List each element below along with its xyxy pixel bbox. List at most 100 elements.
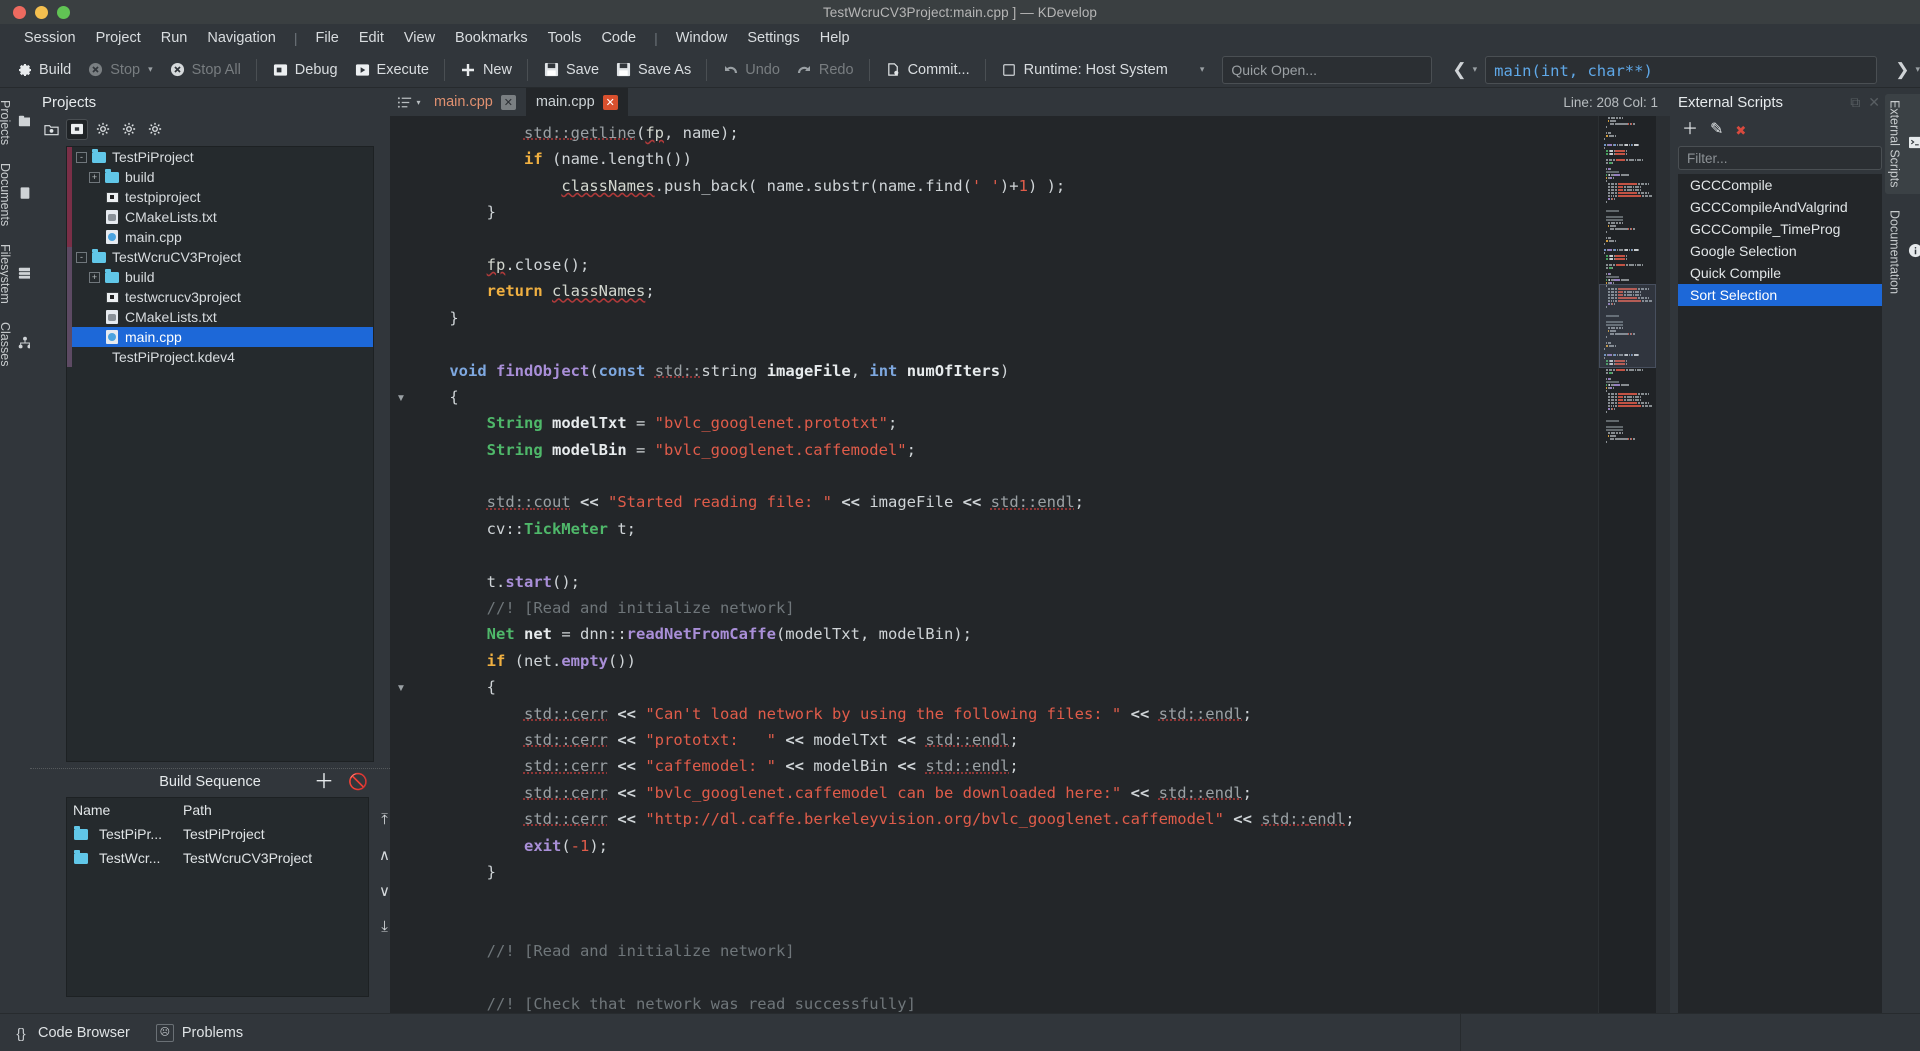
code-line[interactable]: std::cout << "Started reading file: " <<… — [412, 489, 1598, 515]
build-button[interactable]: Build — [8, 56, 79, 84]
menu-run[interactable]: Run — [151, 28, 198, 48]
external-scripts-list[interactable]: GCCCompile GCCCompileAndValgrind GCCCompil… — [1678, 174, 1882, 1013]
script-item-gcccompile-timeprog[interactable]: GCCCompile_TimeProg — [1678, 218, 1882, 240]
table-row[interactable]: TestPiPr... TestPiProject — [67, 822, 368, 846]
menubar[interactable]: Session Project Run Navigation | File Ed… — [0, 24, 1920, 52]
menu-navigation[interactable]: Navigation — [197, 28, 286, 48]
move-down-icon[interactable]: ∨ — [379, 882, 390, 900]
right-tool-tabs[interactable]: External Scripts Documentation — [1884, 88, 1920, 1013]
tree-expander[interactable]: - — [76, 151, 87, 163]
menu-tools[interactable]: Tools — [538, 28, 592, 48]
code-line[interactable] — [412, 912, 1598, 938]
code-line[interactable]: { — [412, 384, 1598, 410]
vertical-scrollbar[interactable] — [1656, 116, 1670, 1013]
code-line[interactable]: //! [Check that network was read success… — [412, 991, 1598, 1013]
edit-script-icon[interactable]: ✎ — [1710, 122, 1723, 138]
tree-expander[interactable]: - — [76, 251, 87, 263]
quick-open-input[interactable]: Quick Open... — [1222, 55, 1433, 84]
sidebar-item-documentation[interactable]: Documentation — [1885, 204, 1920, 300]
code-line[interactable]: String modelBin = "bvlc_googlenet.caffem… — [412, 437, 1598, 463]
chevron-down-icon[interactable]: ▾ — [148, 64, 153, 75]
projects-toolbar[interactable] — [30, 116, 390, 142]
status-problems[interactable]: ☹ Problems — [155, 1023, 243, 1042]
menu-window[interactable]: Window — [666, 28, 738, 48]
tree-item-testpiproject[interactable]: testpiproject — [67, 187, 373, 207]
chevron-right-icon[interactable]: ❯ — [1891, 60, 1913, 80]
fold-triangle-icon[interactable]: ▼ — [396, 393, 406, 404]
build-sequence-order-controls[interactable]: ⤒ ∧ ∨ ⤓ — [369, 797, 390, 997]
commit-button[interactable]: Commit... — [877, 56, 978, 84]
code-line[interactable]: } — [412, 199, 1598, 225]
script-item-gcccompile[interactable]: GCCCompile — [1678, 174, 1882, 196]
undo-button[interactable]: Undo — [714, 56, 788, 84]
tree-item-main-cpp[interactable]: main.cpp — [67, 227, 373, 247]
code-line[interactable]: if (name.length()) — [412, 146, 1598, 172]
run-target-icon[interactable] — [66, 118, 88, 140]
code-line[interactable]: void findObject(const std::string imageF… — [412, 358, 1598, 384]
code-line[interactable]: if (net.empty()) — [412, 648, 1598, 674]
menu-help[interactable]: Help — [810, 28, 860, 48]
tree-item-build[interactable]: + build — [67, 167, 373, 187]
code-view[interactable]: ▼ ▼ std::getline(fp, name); if (name.leng… — [390, 116, 1670, 1013]
float-dock-icon[interactable]: ⧉ — [1846, 94, 1864, 111]
tree-item-testpiproject[interactable]: - TestPiProject — [67, 147, 373, 167]
code-line[interactable]: t.start(); — [412, 569, 1598, 595]
debug-button[interactable]: Debug — [264, 56, 346, 84]
code-line[interactable]: } — [412, 859, 1598, 885]
move-to-bottom-icon[interactable]: ⤓ — [381, 918, 388, 935]
close-icon[interactable]: ✕ — [1864, 94, 1884, 111]
remove-script-icon[interactable]: ✖ — [1735, 124, 1746, 137]
tree-item-build[interactable]: + build — [67, 267, 373, 287]
code-line[interactable]: std::cerr << "http://dl.caffe.berkeleyvi… — [412, 806, 1598, 832]
code-line[interactable]: exit(-1); — [412, 833, 1598, 859]
code-minimap[interactable] — [1598, 116, 1656, 1013]
plus-icon[interactable]: ＋ — [314, 772, 334, 792]
editor-tabbar[interactable]: ▾ main.cpp ✕ main.cpp ✕ Line: 208 Col: 1 — [390, 88, 1670, 116]
stop-all-button[interactable]: Stop All — [161, 56, 249, 84]
save-button[interactable]: Save — [535, 56, 607, 84]
table-row[interactable]: TestWcr... TestWcruCV3Project — [67, 846, 368, 870]
tree-expander[interactable]: + — [89, 171, 100, 183]
chevron-down-icon[interactable]: ▾ — [1915, 64, 1920, 75]
minimap-viewport[interactable] — [1599, 284, 1656, 368]
ban-icon[interactable]: 🚫 — [348, 772, 368, 792]
sidebar-item-external-scripts[interactable]: External Scripts — [1884, 94, 1920, 194]
menu-project[interactable]: Project — [86, 28, 151, 48]
code-line[interactable]: Net net = dnn::readNetFromCaffe(modelTxt… — [412, 621, 1598, 647]
left-tool-tabs[interactable]: Projects Documents Filesystem Classes — [0, 88, 32, 1013]
code-line[interactable]: classNames.push_back( name.substr(name.f… — [412, 173, 1598, 199]
code-line[interactable]: std::cerr << "bvlc_googlenet.caffemodel … — [412, 780, 1598, 806]
main-toolbar[interactable]: Build Stop ▾ Stop All Debug Execute New … — [0, 52, 1920, 88]
code-line[interactable]: std::cerr << "caffemodel: " << modelBin … — [412, 753, 1598, 779]
tree-item-testwcrucv3project[interactable]: testwcrucv3project — [67, 287, 373, 307]
save-as-button[interactable]: Save As — [607, 56, 699, 84]
code-line[interactable]: { — [412, 674, 1598, 700]
menu-bookmarks[interactable]: Bookmarks — [445, 28, 538, 48]
redo-button[interactable]: Redo — [788, 56, 862, 84]
code-line[interactable] — [412, 331, 1598, 357]
tree-expander[interactable]: + — [89, 271, 100, 283]
external-scripts-toolbar[interactable]: ＋ ✎ ✖ — [1670, 116, 1890, 144]
fold-triangle-icon[interactable]: ▼ — [396, 683, 406, 694]
chevron-down-icon[interactable]: ▾ — [1473, 64, 1478, 75]
script-item-google-selection[interactable]: Google Selection — [1678, 240, 1882, 262]
script-item-quick-compile[interactable]: Quick Compile — [1678, 262, 1882, 284]
chevron-left-icon[interactable]: ❮ — [1448, 60, 1470, 80]
tab-list-icon[interactable]: ▾ — [394, 88, 424, 116]
code-line[interactable] — [412, 226, 1598, 252]
new-button[interactable]: New — [452, 56, 520, 84]
menu-session[interactable]: Session — [14, 28, 86, 48]
code-line[interactable]: std::cerr << "prototxt: " << modelTxt <<… — [412, 727, 1598, 753]
script-item-gcccompileandvalgrind[interactable]: GCCCompileAndValgrind — [1678, 196, 1882, 218]
menu-file[interactable]: File — [306, 28, 349, 48]
editor-tab-2[interactable]: main.cpp ✕ — [525, 88, 628, 116]
close-icon[interactable]: ✕ — [500, 94, 516, 110]
code-navigation-combo[interactable]: main(int, char**) — [1485, 55, 1878, 84]
code-line[interactable] — [412, 542, 1598, 568]
code-text[interactable]: std::getline(fp, name); if (name.length(… — [412, 116, 1598, 1013]
editor-tab-1[interactable]: main.cpp ✕ — [424, 88, 526, 116]
script-item-sort-selection[interactable]: Sort Selection — [1678, 284, 1882, 306]
code-line[interactable]: } — [412, 305, 1598, 331]
code-line[interactable]: //! [Read and initialize network] — [412, 938, 1598, 964]
execute-button[interactable]: Execute — [346, 56, 437, 84]
